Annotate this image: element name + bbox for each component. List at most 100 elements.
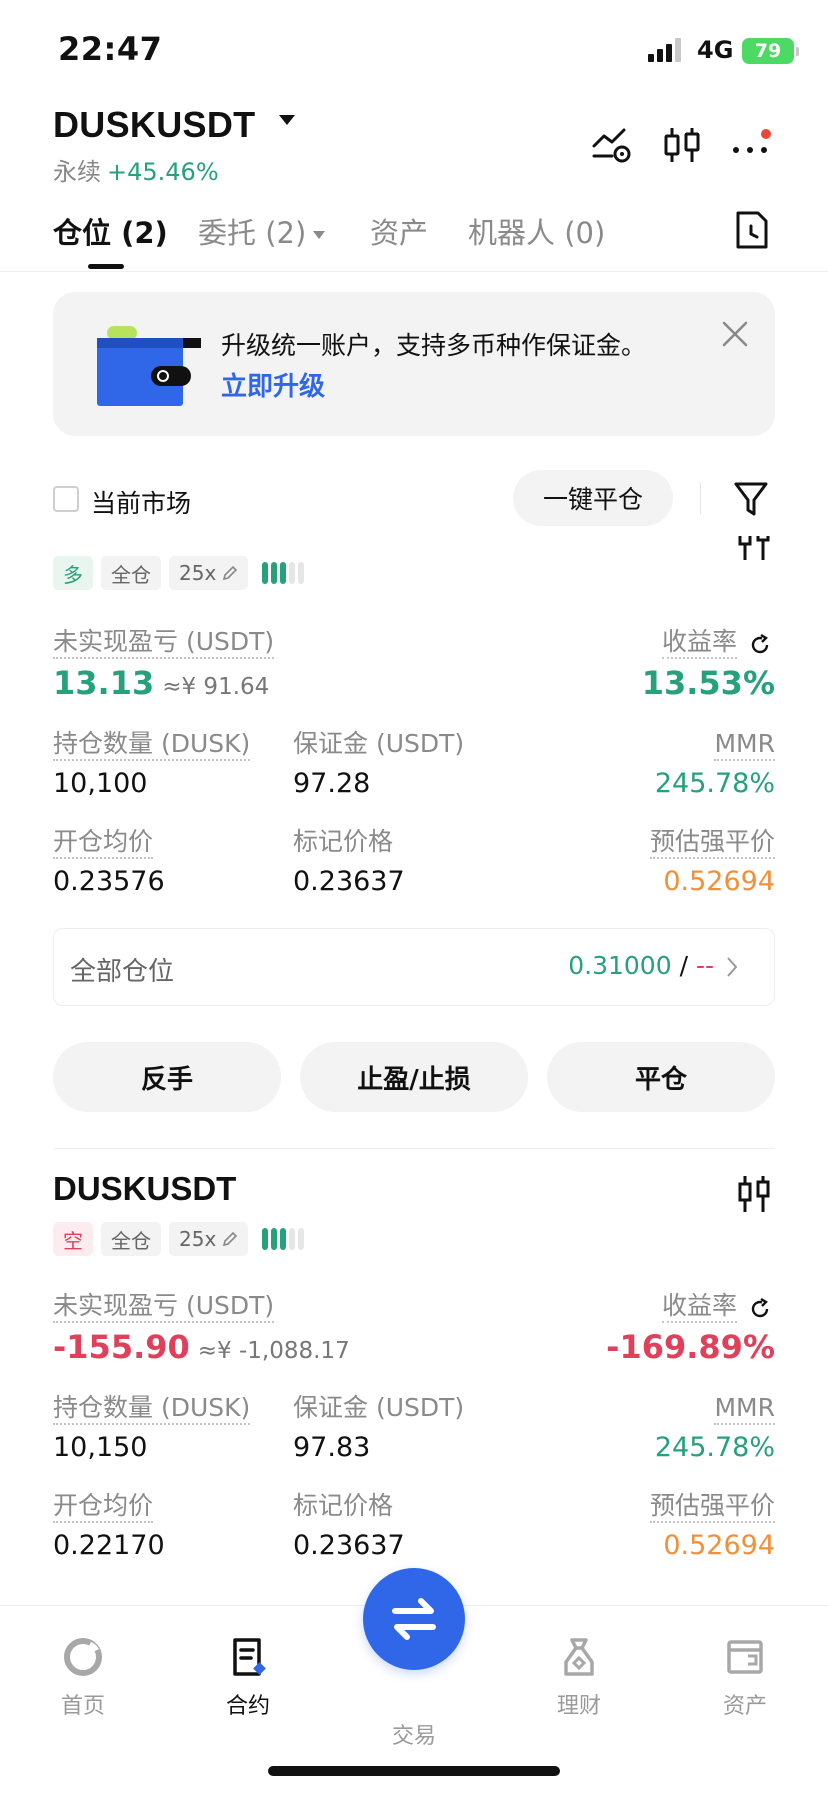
position-title[interactable]: DUSKUSDT [53, 1170, 236, 1208]
divider [700, 482, 701, 514]
risk-level-bars [262, 1228, 305, 1250]
all-positions-slash: / [679, 951, 688, 980]
nav-label: 资产 [722, 1694, 767, 1719]
pnl-cny: ≈¥ -1,088.17 [197, 1338, 350, 1364]
candlestick-icon[interactable] [735, 1172, 775, 1216]
entry-price-label: 开仓均价 [53, 827, 154, 859]
leverage-value: 25x [179, 561, 217, 585]
wallet-illustration-icon [97, 326, 201, 406]
edit-icon [223, 1231, 238, 1247]
size-value: 10,100 [53, 768, 148, 799]
pnl-value: 13.13 [53, 664, 155, 702]
entry-price-value: 0.22170 [53, 1530, 165, 1561]
margin-mode-badge: 全仓 [101, 1222, 161, 1256]
candlestick-icon[interactable] [660, 122, 706, 168]
tab-orders-label: 委托 (2) [198, 216, 307, 250]
filter-icon[interactable] [733, 480, 769, 520]
position-card: DUSKUSDT 空 全仓 25x 未实现盈亏 (USDT) 收益率 -155.… [53, 1170, 775, 1610]
roi-label: 收益率 [661, 627, 737, 659]
size-label: 持仓数量 (DUSK) [53, 1393, 251, 1425]
home-icon [64, 1638, 102, 1676]
close-icon[interactable] [719, 318, 751, 350]
position-tags: 空 全仓 25x [53, 1222, 305, 1256]
wallet-icon [727, 1640, 763, 1674]
tab-orders[interactable]: 委托 (2) [198, 210, 326, 252]
tab-assets[interactable]: 资产 [370, 210, 428, 252]
all-positions-row[interactable]: 全部仓位 0.31000 / -- [53, 928, 775, 1006]
margin-label: 保证金 (USDT) [293, 729, 465, 758]
margin-value: 97.28 [293, 768, 371, 799]
current-market-checkbox[interactable] [53, 486, 79, 512]
unrealized-pnl: -155.90 ≈¥ -1,088.17 [53, 1328, 350, 1366]
reverse-button[interactable]: 反手 [53, 1042, 281, 1112]
tab-positions[interactable]: 仓位 (2) [53, 210, 168, 252]
nav-earn[interactable]: 理财 [519, 1636, 639, 1720]
close-all-button[interactable]: 一键平仓 [513, 470, 673, 526]
divider [53, 1148, 775, 1149]
unrealized-pnl-label: 未实现盈亏 (USDT) [53, 1291, 275, 1323]
nav-assets[interactable]: 资产 [685, 1636, 805, 1720]
margin-label: 保证金 (USDT) [293, 1393, 465, 1422]
caret-down-icon[interactable] [278, 114, 296, 126]
leverage-badge[interactable]: 25x [169, 1222, 249, 1256]
more-icon[interactable] [728, 122, 774, 168]
nav-contract[interactable]: 合约 [188, 1636, 308, 1720]
mmr-label: MMR [714, 1393, 775, 1425]
signal-icon [648, 38, 681, 62]
liq-price-label: 预估强平价 [649, 827, 775, 859]
battery-level: 79 [754, 40, 782, 62]
pnl-cny: ≈¥ 91.64 [162, 674, 270, 700]
position-tags: 多 全仓 25x [53, 556, 305, 590]
liq-price-value: 0.52694 [663, 866, 775, 897]
header: DUSKUSDT 永续 +45.46% [0, 100, 828, 200]
unrealized-pnl: 13.13 ≈¥ 91.64 [53, 664, 269, 702]
pair-subtitle: 永续 +45.46% [53, 152, 219, 187]
nav-home[interactable]: 首页 [23, 1636, 143, 1720]
battery-icon: 79 [742, 38, 799, 64]
status-time: 22:47 [58, 30, 163, 68]
bottom-nav: 首页 合约 交易 理财 资产 [0, 1568, 828, 1793]
nav-label: 交易 [391, 1724, 436, 1749]
roi-label: 收益率 [661, 1291, 737, 1323]
leverage-value: 25x [179, 1227, 217, 1251]
tpsl-button[interactable]: 止盈/止损 [300, 1042, 528, 1112]
upgrade-link[interactable]: 立即升级 [221, 366, 325, 403]
nav-trade[interactable]: 交易 [354, 1718, 474, 1750]
close-position-button[interactable]: 平仓 [547, 1042, 775, 1112]
risk-level-bars [262, 562, 305, 584]
candlestick-icon[interactable] [735, 536, 775, 560]
nav-label: 首页 [60, 1694, 105, 1719]
all-positions-value: 0.31000 / -- [568, 951, 714, 980]
liq-price-value: 0.52694 [663, 1530, 775, 1561]
caret-down-icon [313, 231, 326, 239]
history-icon[interactable] [734, 210, 770, 250]
liq-price-label: 预估强平价 [649, 1491, 775, 1523]
mmr-value: 245.78% [654, 768, 775, 799]
size-value: 10,150 [53, 1432, 148, 1463]
refresh-icon[interactable] [749, 634, 771, 656]
all-positions-label: 全部仓位 [70, 957, 175, 987]
size-label: 持仓数量 (DUSK) [53, 729, 251, 761]
refresh-icon[interactable] [749, 1298, 771, 1320]
edit-icon [223, 565, 238, 581]
roi-value: -169.89% [606, 1328, 775, 1366]
trade-button[interactable] [363, 1568, 465, 1670]
chevron-right-icon [727, 957, 738, 977]
margin-value: 97.83 [293, 1432, 371, 1463]
unrealized-pnl-label: 未实现盈亏 (USDT) [53, 627, 275, 659]
price-alert-icon[interactable] [590, 122, 636, 168]
nav-label: 合约 [225, 1694, 270, 1719]
mark-price-value: 0.23637 [293, 866, 405, 897]
position-tabs: 仓位 (2) 委托 (2) 资产 机器人 (0) [0, 206, 828, 272]
nav-label: 理财 [556, 1694, 601, 1719]
contract-type: 永续 [53, 158, 101, 186]
mmr-value: 245.78% [654, 1432, 775, 1463]
pair-title[interactable]: DUSKUSDT [53, 104, 255, 146]
tab-bots[interactable]: 机器人 (0) [468, 210, 605, 252]
price-change: +45.46% [107, 158, 219, 186]
all-positions-dash: -- [695, 951, 714, 980]
mark-price-label: 标记价格 [293, 1491, 394, 1520]
mmr-label: MMR [714, 729, 775, 761]
leverage-badge[interactable]: 25x [169, 556, 249, 590]
roi-value: 13.53% [641, 664, 775, 702]
